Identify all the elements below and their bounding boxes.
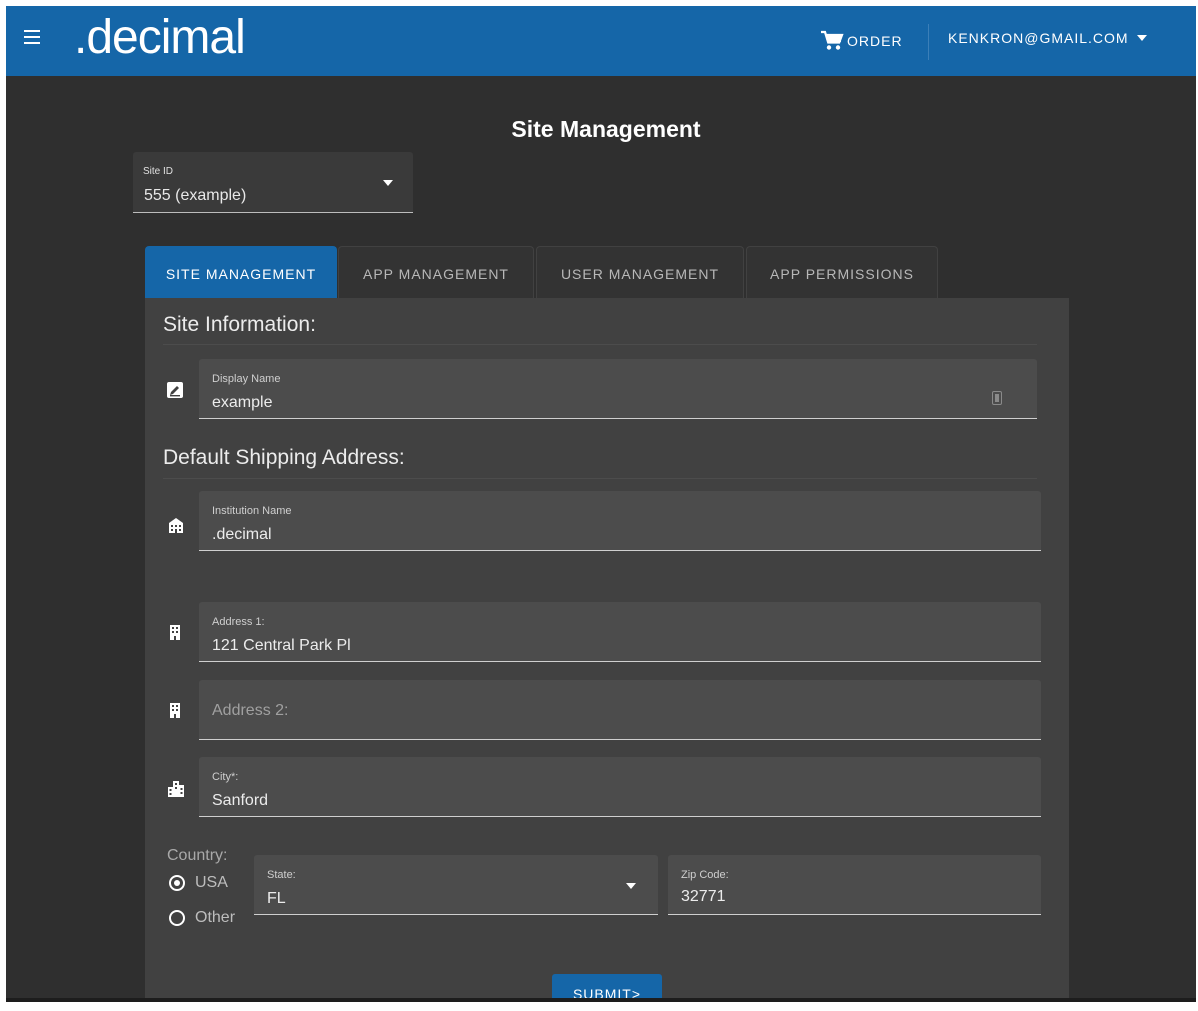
- chevron-down-icon: [383, 180, 393, 186]
- section-divider: [163, 478, 1037, 479]
- page-title: Site Management: [511, 116, 701, 142]
- country-other-label: Other: [195, 909, 236, 926]
- country-radio-usa[interactable]: USA: [169, 874, 228, 892]
- site-information-heading: Site Information:: [163, 313, 316, 336]
- zip-code-field[interactable]: Zip Code: 32771: [668, 855, 1041, 915]
- cart-icon: [821, 30, 844, 50]
- order-label: ORDER: [847, 33, 903, 49]
- input-info-icon: [992, 391, 1002, 405]
- country-radio-other[interactable]: Other: [169, 909, 235, 927]
- app-window: .decimal ORDER KENKRON@GMAIL.COM Site Ma…: [6, 6, 1196, 1002]
- tab-app-management[interactable]: APP MANAGEMENT: [338, 246, 534, 298]
- address1-value: 121 Central Park Pl: [212, 637, 351, 654]
- site-management-panel: Site Information: Display Name example D…: [145, 298, 1069, 1002]
- state-label: State:: [267, 869, 296, 881]
- display-name-value: example: [212, 394, 273, 411]
- account-menu-button[interactable]: KENKRON@GMAIL.COM: [948, 30, 1147, 46]
- display-name-field[interactable]: Display Name example: [199, 359, 1037, 419]
- city-icon: [168, 781, 184, 797]
- section-divider: [163, 344, 1037, 345]
- display-name-label: Display Name: [212, 373, 281, 385]
- bottom-edge: [6, 998, 1196, 1002]
- institution-icon: [169, 518, 183, 533]
- site-id-select[interactable]: Site ID 555 (example): [133, 152, 413, 213]
- site-id-value: 555 (example): [144, 187, 247, 204]
- menu-icon[interactable]: [24, 30, 40, 44]
- address2-field[interactable]: Address 2:: [199, 680, 1041, 740]
- tab-user-management[interactable]: USER MANAGEMENT: [536, 246, 744, 298]
- city-label: City*:: [212, 771, 239, 783]
- order-button[interactable]: ORDER: [820, 30, 903, 52]
- address2-placeholder: Address 2:: [212, 702, 289, 719]
- building-icon: [170, 625, 180, 640]
- tab-site-management[interactable]: SITE MANAGEMENT: [145, 246, 337, 298]
- institution-name-field[interactable]: Institution Name .decimal: [199, 491, 1041, 551]
- tab-app-permissions[interactable]: APP PERMISSIONS: [746, 246, 938, 298]
- zip-code-value: 32771: [681, 888, 726, 905]
- account-email: KENKRON@GMAIL.COM: [948, 30, 1129, 46]
- state-value: FL: [267, 890, 286, 907]
- radio-selected-icon: [169, 875, 185, 891]
- site-id-label: Site ID: [143, 166, 174, 177]
- address1-field[interactable]: Address 1: 121 Central Park Pl: [199, 602, 1041, 662]
- city-field[interactable]: City*: Sanford: [199, 757, 1041, 817]
- app-logo[interactable]: .decimal: [74, 10, 246, 65]
- zip-code-label: Zip Code:: [681, 869, 729, 881]
- chevron-down-icon: [626, 883, 636, 889]
- institution-name-label: Institution Name: [212, 505, 292, 517]
- chevron-down-icon: [1136, 35, 1147, 41]
- country-label: Country:: [167, 847, 228, 864]
- address1-label: Address 1:: [212, 616, 265, 628]
- radio-unselected-icon: [169, 910, 185, 926]
- state-select[interactable]: State: FL: [254, 855, 658, 915]
- city-value: Sanford: [212, 792, 269, 809]
- institution-name-value: .decimal: [212, 526, 272, 543]
- edit-icon: [167, 382, 183, 398]
- toolbar-divider: [928, 24, 929, 60]
- shipping-address-heading: Default Shipping Address:: [163, 446, 405, 469]
- country-usa-label: USA: [195, 874, 228, 891]
- building-icon: [170, 703, 180, 718]
- top-app-bar: .decimal ORDER KENKRON@GMAIL.COM: [6, 6, 1196, 76]
